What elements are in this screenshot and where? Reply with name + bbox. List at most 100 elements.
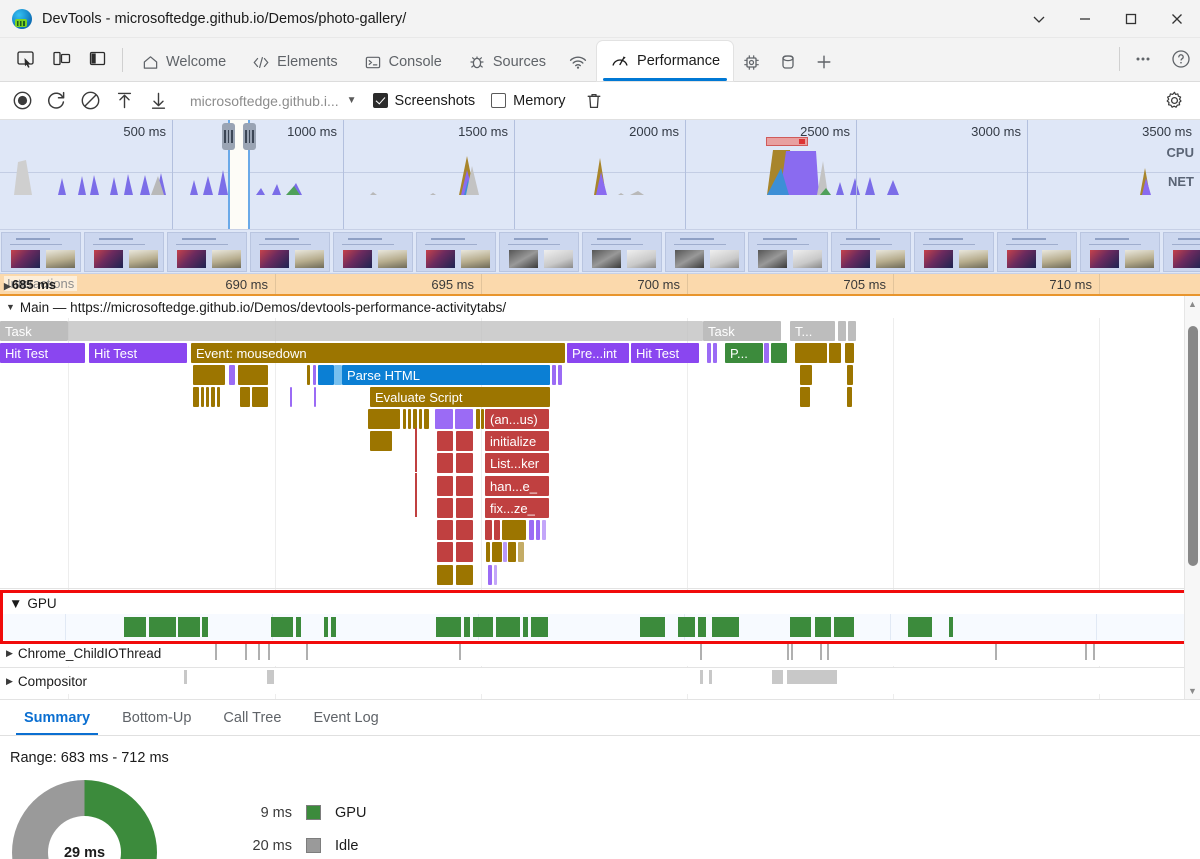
- flame-bar-task-background[interactable]: [68, 321, 703, 341]
- gpu-track-highlight-region[interactable]: ▼ GPU: [0, 590, 1200, 644]
- flame-bar-listener[interactable]: List...ker: [485, 453, 549, 473]
- compositor-track[interactable]: ▶ Compositor: [0, 668, 1200, 694]
- tab-network[interactable]: [559, 43, 597, 81]
- gpu-task-bar[interactable]: [908, 617, 932, 637]
- expand-triangle-icon[interactable]: ▶: [6, 676, 13, 687]
- gpu-task-bar[interactable]: [531, 617, 548, 637]
- selection-handle-left[interactable]: [222, 123, 235, 150]
- dock-side-icon[interactable]: [80, 41, 116, 77]
- flame-bar-gold[interactable]: [424, 409, 429, 429]
- filmstrip-frame[interactable]: [1, 232, 81, 272]
- flame-bar-small[interactable]: [552, 365, 556, 385]
- flame-bar-small[interactable]: [313, 365, 316, 385]
- gpu-task-bar[interactable]: [296, 617, 301, 637]
- flame-bar-gold[interactable]: [193, 387, 199, 407]
- flame-bar-small[interactable]: [488, 565, 492, 585]
- filmstrip-frame[interactable]: [1080, 232, 1160, 272]
- tab-memory[interactable]: [733, 43, 770, 81]
- flame-bar-gold[interactable]: [847, 387, 852, 407]
- screenshot-filmstrip[interactable]: [0, 230, 1200, 274]
- flame-bar-red[interactable]: [437, 431, 453, 451]
- flame-bar-gold[interactable]: [403, 409, 406, 429]
- gpu-task-bar[interactable]: [473, 617, 493, 637]
- flame-bar-gold[interactable]: [795, 343, 827, 363]
- flame-bar-initialize[interactable]: initialize: [485, 431, 549, 451]
- selection-handle-right[interactable]: [243, 123, 256, 150]
- flame-bar-red[interactable]: [456, 542, 473, 562]
- gpu-task-bar[interactable]: [178, 617, 200, 637]
- flame-bar-gold[interactable]: [413, 409, 417, 429]
- flame-bar-blue-light[interactable]: [334, 365, 342, 385]
- flame-bar-event-mousedown[interactable]: Event: mousedown: [191, 343, 565, 363]
- flame-bar-red[interactable]: [456, 476, 473, 496]
- tab-console[interactable]: Console: [351, 43, 455, 81]
- flame-bar-task[interactable]: [838, 321, 846, 341]
- flame-bar-small[interactable]: [503, 542, 507, 562]
- gpu-task-bar[interactable]: [436, 617, 461, 637]
- flame-bar-gold[interactable]: [481, 409, 484, 429]
- tab-application[interactable]: [770, 43, 806, 81]
- tab-sources[interactable]: Sources: [455, 43, 559, 81]
- flame-bar-gold[interactable]: [217, 387, 220, 407]
- flame-bar-gold[interactable]: [206, 387, 209, 407]
- scrollbar-thumb[interactable]: [1188, 326, 1198, 566]
- flame-bar-small[interactable]: [290, 387, 292, 407]
- legend-row-idle[interactable]: 20 ms Idle: [230, 829, 369, 859]
- tab-event-log[interactable]: Event Log: [297, 701, 394, 735]
- filmstrip-frame[interactable]: [84, 232, 164, 272]
- tab-welcome[interactable]: Welcome: [129, 43, 239, 81]
- flame-bar-gold[interactable]: [845, 343, 854, 363]
- flame-bar-small[interactable]: [435, 409, 453, 429]
- summary-donut-chart[interactable]: 29 ms: [12, 780, 157, 859]
- delete-recording-button[interactable]: [578, 86, 610, 116]
- gpu-task-bar[interactable]: [464, 617, 470, 637]
- flame-bar-task[interactable]: [848, 321, 856, 341]
- flame-bar-gold[interactable]: [456, 565, 473, 585]
- filmstrip-frame[interactable]: [167, 232, 247, 272]
- flame-bar-hit-test[interactable]: Hit Test: [89, 343, 187, 363]
- gpu-task-bar[interactable]: [496, 617, 520, 637]
- flame-bar-handler[interactable]: han...e_: [485, 476, 549, 496]
- flame-bar-gold[interactable]: [847, 365, 853, 385]
- maximize-button[interactable]: [1108, 0, 1154, 38]
- flame-bar-gold[interactable]: [408, 409, 411, 429]
- clear-button[interactable]: [74, 86, 106, 116]
- scroll-down-arrow-icon[interactable]: ▼: [1185, 683, 1200, 699]
- flame-bar-gold[interactable]: [437, 565, 453, 585]
- tab-elements[interactable]: Elements: [239, 43, 350, 81]
- flame-bar-small[interactable]: [314, 387, 316, 407]
- expand-triangle-icon[interactable]: ▶: [6, 648, 13, 659]
- flame-bar-parse-html[interactable]: Parse HTML: [342, 365, 550, 385]
- detail-timeline-ruler[interactable]: Interactions ▶685 ms 690 ms 695 ms 700 m…: [0, 274, 1200, 296]
- flame-bar-fix-size[interactable]: fix...ze_: [485, 498, 549, 518]
- flame-bar-small[interactable]: [229, 365, 235, 385]
- flame-bar-red[interactable]: [437, 520, 453, 540]
- flame-bar-gold[interactable]: [518, 542, 524, 562]
- gpu-task-bar[interactable]: [834, 617, 854, 637]
- flame-bar-gold[interactable]: [508, 542, 516, 562]
- flame-bar-small[interactable]: [707, 343, 711, 363]
- flame-bar-red[interactable]: [494, 520, 500, 540]
- flame-bar-gold[interactable]: [476, 409, 480, 429]
- window-dropdown-button[interactable]: [1016, 0, 1062, 38]
- flame-bar-pre-paint[interactable]: Pre...int: [567, 343, 629, 363]
- gpu-task-bar[interactable]: [331, 617, 336, 637]
- minimize-button[interactable]: [1062, 0, 1108, 38]
- main-track-header[interactable]: ▼ Main — https://microsoftedge.github.io…: [0, 296, 1200, 318]
- filmstrip-frame[interactable]: [582, 232, 662, 272]
- flame-bar-red[interactable]: [456, 520, 473, 540]
- help-button[interactable]: [1162, 40, 1200, 78]
- flame-bar-evaluate-script[interactable]: Evaluate Script: [370, 387, 550, 407]
- flame-bar-task[interactable]: Task: [703, 321, 781, 341]
- flame-bar-paint[interactable]: [771, 343, 787, 363]
- device-emulation-icon[interactable]: [44, 41, 80, 77]
- flame-bar-gold[interactable]: [252, 387, 268, 407]
- flame-bar-gold[interactable]: [368, 409, 400, 429]
- expand-triangle-icon[interactable]: ▶: [4, 281, 11, 291]
- flame-bar-small[interactable]: [494, 565, 497, 585]
- tab-performance[interactable]: Performance: [597, 41, 733, 81]
- flame-bar-gold[interactable]: [211, 387, 215, 407]
- flame-bar-gold[interactable]: [193, 365, 225, 385]
- tab-summary[interactable]: Summary: [8, 701, 106, 735]
- tab-add-panel[interactable]: [806, 43, 842, 81]
